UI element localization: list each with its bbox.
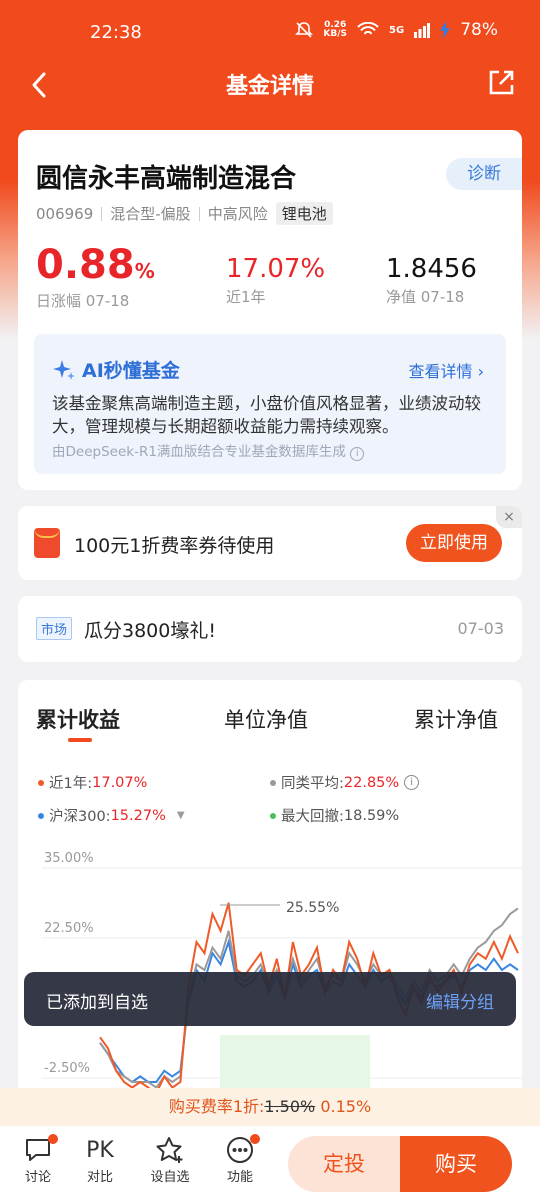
annotation-label: 25.55% [286,900,339,916]
ai-title: AI秒懂基金 [52,356,180,383]
legend-peer: 同类平均: 22.85% i [270,772,420,793]
y-tick-label: -2.50% [44,1061,90,1076]
buy-button[interactable]: 购买 [400,1136,512,1192]
legend-dot [38,779,44,786]
nav-label: 净值 07-18 [386,288,465,306]
fund-name: 圆信永丰高端制造混合 [36,164,297,194]
coupon-text: 100元1折费率券待使用 [74,535,275,557]
notification-dot [250,1134,260,1144]
caret-down-icon: ▼ [176,810,185,821]
share-icon[interactable] [486,68,516,98]
legend-dot [270,779,276,786]
bottom-action-bar: 讨论 PK 对比 设自选 功能 定投 购买 [0,1126,540,1200]
features-button[interactable]: 功能 [216,1134,264,1185]
coupon-card: 100元1折费率券待使用 立即使用 × [18,506,522,580]
toast-notification: 已添加到自选 编辑分组 [24,972,516,1026]
nav-value: 1.8456 [386,254,477,284]
fund-type: 混合型-偏股 [110,205,191,223]
return-chart[interactable]: 35.00% 22.50% -2.50% 25.55% [18,840,522,1100]
fund-meta: 006969 混合型-偏股 中高风险 锂电池 [36,202,333,225]
daily-change-unit: % [134,259,155,283]
ai-source-note: 由DeepSeek-R1满血版结合专业基金数据库生成 i [52,440,365,461]
notification-dot [48,1134,58,1144]
daily-change-label: 日涨幅 07-18 [36,292,130,310]
add-watchlist-button[interactable]: 设自选 [146,1134,194,1185]
tab-accumulated-nav[interactable]: 累计净值 [414,704,498,734]
fee-old: 1.50% [264,1097,316,1116]
network-type: 5G [389,24,405,36]
divider [198,206,200,221]
mute-bell-icon [295,22,314,38]
y-tick-label: 35.00% [44,851,94,866]
fund-summary-card: 圆信永丰高端制造混合 诊断 006969 混合型-偏股 中高风险 锂电池 0.8… [18,130,522,490]
toast-text: 已添加到自选 [46,993,148,1013]
news-title: 瓜分3800壕礼! [84,620,216,642]
fund-risk: 中高风险 [207,205,268,223]
compare-button[interactable]: PK 对比 [76,1134,124,1186]
signal-icon [414,23,431,38]
close-icon[interactable]: × [496,506,522,528]
legend-fund: 近1年: 17.07% [38,772,147,793]
fixed-investment-button[interactable]: 定投 [288,1136,400,1192]
year-return-value: 17.07% [226,254,326,284]
tab-cumulative-return[interactable]: 累计收益 [36,704,120,734]
charging-icon [440,21,451,39]
ai-summary-text: 该基金聚焦高端制造主题，小盘价值风格显著，业绩波动较大，管理规模与长期超额收益能… [52,394,481,436]
fee-prefix: 购买费率1折: [168,1097,265,1116]
info-icon[interactable]: i [404,775,420,790]
status-icons: 0.26 KB/S 5G 78% [295,20,498,40]
ai-summary-box[interactable]: AI秒懂基金 查看详情 › 该基金聚焦高端制造主题，小盘价值风格显著，业绩波动较… [34,334,506,474]
daily-change-stat: 0.88% 日涨幅 07-18 [36,242,155,311]
status-bar: 22:38 0.26 KB/S 5G 78% [0,0,540,64]
info-icon[interactable]: i [350,447,365,461]
status-time: 22:38 [90,22,142,43]
nav-stat: 1.8456 净值 07-18 [386,254,477,307]
year-return-label: 近1年 [226,288,266,306]
theme-tag[interactable]: 锂电池 [275,202,333,225]
page-title: 基金详情 [225,74,314,99]
news-date: 07-03 [457,619,505,638]
wifi-icon [357,22,379,35]
battery-level: 78% [460,20,498,40]
tab-indicator [68,738,92,742]
use-coupon-button[interactable]: 立即使用 [406,524,502,562]
star-plus-icon [156,1137,183,1163]
fund-code: 006969 [36,204,94,223]
tab-unit-nav[interactable]: 单位净值 [224,704,308,734]
legend-dot [38,812,44,819]
diagnose-button[interactable]: 诊断 [446,158,522,190]
legend-dot [270,812,276,819]
chevron-right-icon: › [477,362,484,381]
nav-bar: 基金详情 [0,64,540,104]
fee-new: 0.15% [320,1097,372,1116]
discuss-button[interactable]: 讨论 [14,1134,62,1185]
sparkle-icon [53,359,75,380]
legend-index[interactable]: 沪深300: 15.27% ▼ [38,805,185,826]
red-envelope-icon [34,528,60,558]
news-card[interactable]: 市场 瓜分3800壕礼! 07-03 [18,596,522,662]
pk-icon: PK [86,1137,114,1163]
ai-more-link[interactable]: 查看详情 › [408,358,484,382]
edit-group-link[interactable]: 编辑分组 [426,988,494,1013]
divider [101,206,103,221]
performance-chart-card: 累计收益 单位净值 累计净值 近1年: 17.07% 同类平均: 22.85% i … [18,680,522,1100]
y-tick-label: 22.50% [44,921,94,936]
fee-banner[interactable]: 购买费率1折:1.50% 0.15% [0,1088,540,1126]
network-speed: 0.26 KB/S [323,20,348,39]
daily-change-value: 0.88 [36,242,135,288]
news-tag: 市场 [36,617,73,640]
legend-drawdown: 最大回撤: 18.59% [270,805,399,826]
year-return-stat: 17.07% 近1年 [226,254,325,307]
